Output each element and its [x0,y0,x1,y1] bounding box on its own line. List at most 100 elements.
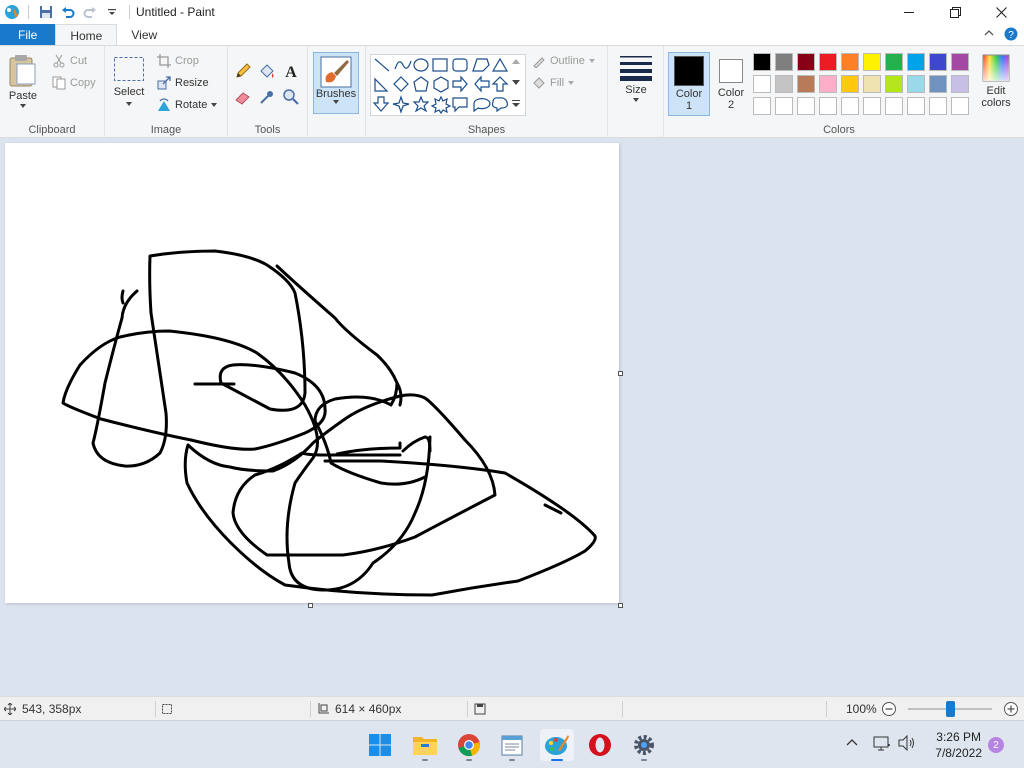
size-button[interactable]: Size [616,54,656,102]
copy-button[interactable]: Copy [52,76,96,90]
taskbar-chrome[interactable] [452,729,486,761]
palette-swatch[interactable] [885,75,903,93]
size-dropdown-icon[interactable] [633,98,639,102]
palette-swatch[interactable] [797,75,815,93]
collapse-ribbon-icon[interactable] [984,27,994,44]
brushes-dropdown-icon[interactable] [333,100,339,104]
palette-swatch[interactable] [951,97,969,115]
color-picker-tool[interactable] [258,88,276,106]
palette-swatch[interactable] [907,53,925,71]
palette-swatch[interactable] [819,53,837,71]
minimize-button[interactable] [886,0,932,24]
customize-quick-access-icon[interactable] [101,1,123,23]
edit-colors-button[interactable]: Edit colors [976,54,1016,109]
taskbar-paint[interactable] [540,729,574,761]
color1-button[interactable]: Color 1 [668,52,710,116]
close-button[interactable] [978,0,1024,24]
color1-label: Color [675,88,703,100]
palette-swatch[interactable] [951,53,969,71]
rotate-dropdown-icon[interactable] [211,103,218,107]
taskbar-file-explorer[interactable] [408,729,442,761]
color2-button[interactable]: Color 2 [712,52,750,116]
palette-swatch[interactable] [907,97,925,115]
palette-swatch[interactable] [775,53,793,71]
outline-button[interactable]: Outline [532,54,595,68]
window-title: Untitled - Paint [136,5,215,19]
tab-file[interactable]: File [0,24,56,46]
zoom-slider[interactable] [908,701,992,717]
palette-swatch[interactable] [775,75,793,93]
system-clock[interactable]: 3:26 PM 7/8/2022 [935,729,982,761]
shapes-scroll-up-icon[interactable] [512,58,520,64]
drawing-canvas[interactable] [5,143,619,603]
save-icon[interactable] [35,1,57,23]
notification-badge[interactable]: 2 [988,737,1004,753]
show-hidden-icons-chevron[interactable] [846,737,858,752]
palette-swatch[interactable] [753,53,771,71]
fill-tool[interactable] [258,62,276,80]
cut-label: Cut [70,55,88,67]
palette-swatch[interactable] [929,53,947,71]
paint-app-icon[interactable] [2,2,22,22]
running-indicator [641,759,647,761]
text-tool[interactable]: A [282,62,300,80]
eraser-tool[interactable] [234,88,252,106]
brushes-button[interactable]: Brushes [313,52,359,114]
zoom-slider-thumb[interactable] [946,701,955,717]
cursor-position: 543, 358px [4,697,81,721]
select-dropdown-icon[interactable] [126,102,132,106]
palette-swatch[interactable] [885,53,903,71]
canvas-resize-handle-right[interactable] [618,371,623,376]
palette-swatch[interactable] [863,97,881,115]
outline-dropdown-icon[interactable] [588,59,595,63]
paste-dropdown-icon[interactable] [20,104,26,108]
fill-dropdown-icon[interactable] [568,81,575,85]
palette-swatch[interactable] [797,53,815,71]
paste-button[interactable]: Paste [8,54,38,108]
tab-view[interactable]: View [117,24,171,46]
help-icon[interactable]: ? [1004,27,1018,44]
network-icon[interactable] [873,735,891,754]
shapes-gallery[interactable] [370,54,526,116]
palette-swatch[interactable] [951,75,969,93]
volume-icon[interactable] [898,734,916,754]
palette-swatch[interactable] [753,97,771,115]
crop-button[interactable]: Crop [157,54,199,68]
palette-swatch[interactable] [841,53,859,71]
zoom-out-button[interactable] [881,697,897,721]
shapes-expand-icon[interactable] [512,100,520,108]
resize-button[interactable]: Resize [157,76,209,90]
pencil-tool[interactable] [234,62,252,80]
palette-swatch[interactable] [929,75,947,93]
start-button[interactable] [363,729,397,761]
eraser-icon [235,92,250,105]
restore-button[interactable] [932,0,978,24]
palette-swatch[interactable] [885,97,903,115]
zoom-in-button[interactable] [1003,697,1019,721]
fill-button[interactable]: Fill [532,76,575,90]
cut-button[interactable]: Cut [52,54,87,68]
palette-swatch[interactable] [907,75,925,93]
palette-swatch[interactable] [929,97,947,115]
palette-swatch[interactable] [797,97,815,115]
rotate-button[interactable]: Rotate [157,98,218,112]
taskbar-settings[interactable] [627,729,661,761]
palette-swatch[interactable] [819,75,837,93]
palette-swatch[interactable] [775,97,793,115]
palette-swatch[interactable] [753,75,771,93]
magnifier-tool[interactable] [282,88,300,106]
taskbar-opera[interactable] [583,729,617,761]
redo-icon[interactable] [79,1,101,23]
taskbar-notepad[interactable] [495,729,529,761]
undo-icon[interactable] [57,1,79,23]
select-button[interactable]: Select [113,56,145,106]
palette-swatch[interactable] [863,75,881,93]
palette-swatch[interactable] [841,75,859,93]
canvas-resize-handle-corner[interactable] [618,603,623,608]
tab-home[interactable]: Home [55,24,118,46]
shapes-scroll-down-icon[interactable] [512,80,520,86]
palette-swatch[interactable] [841,97,859,115]
palette-swatch[interactable] [819,97,837,115]
palette-swatch[interactable] [863,53,881,71]
canvas-resize-handle-bottom[interactable] [308,603,313,608]
